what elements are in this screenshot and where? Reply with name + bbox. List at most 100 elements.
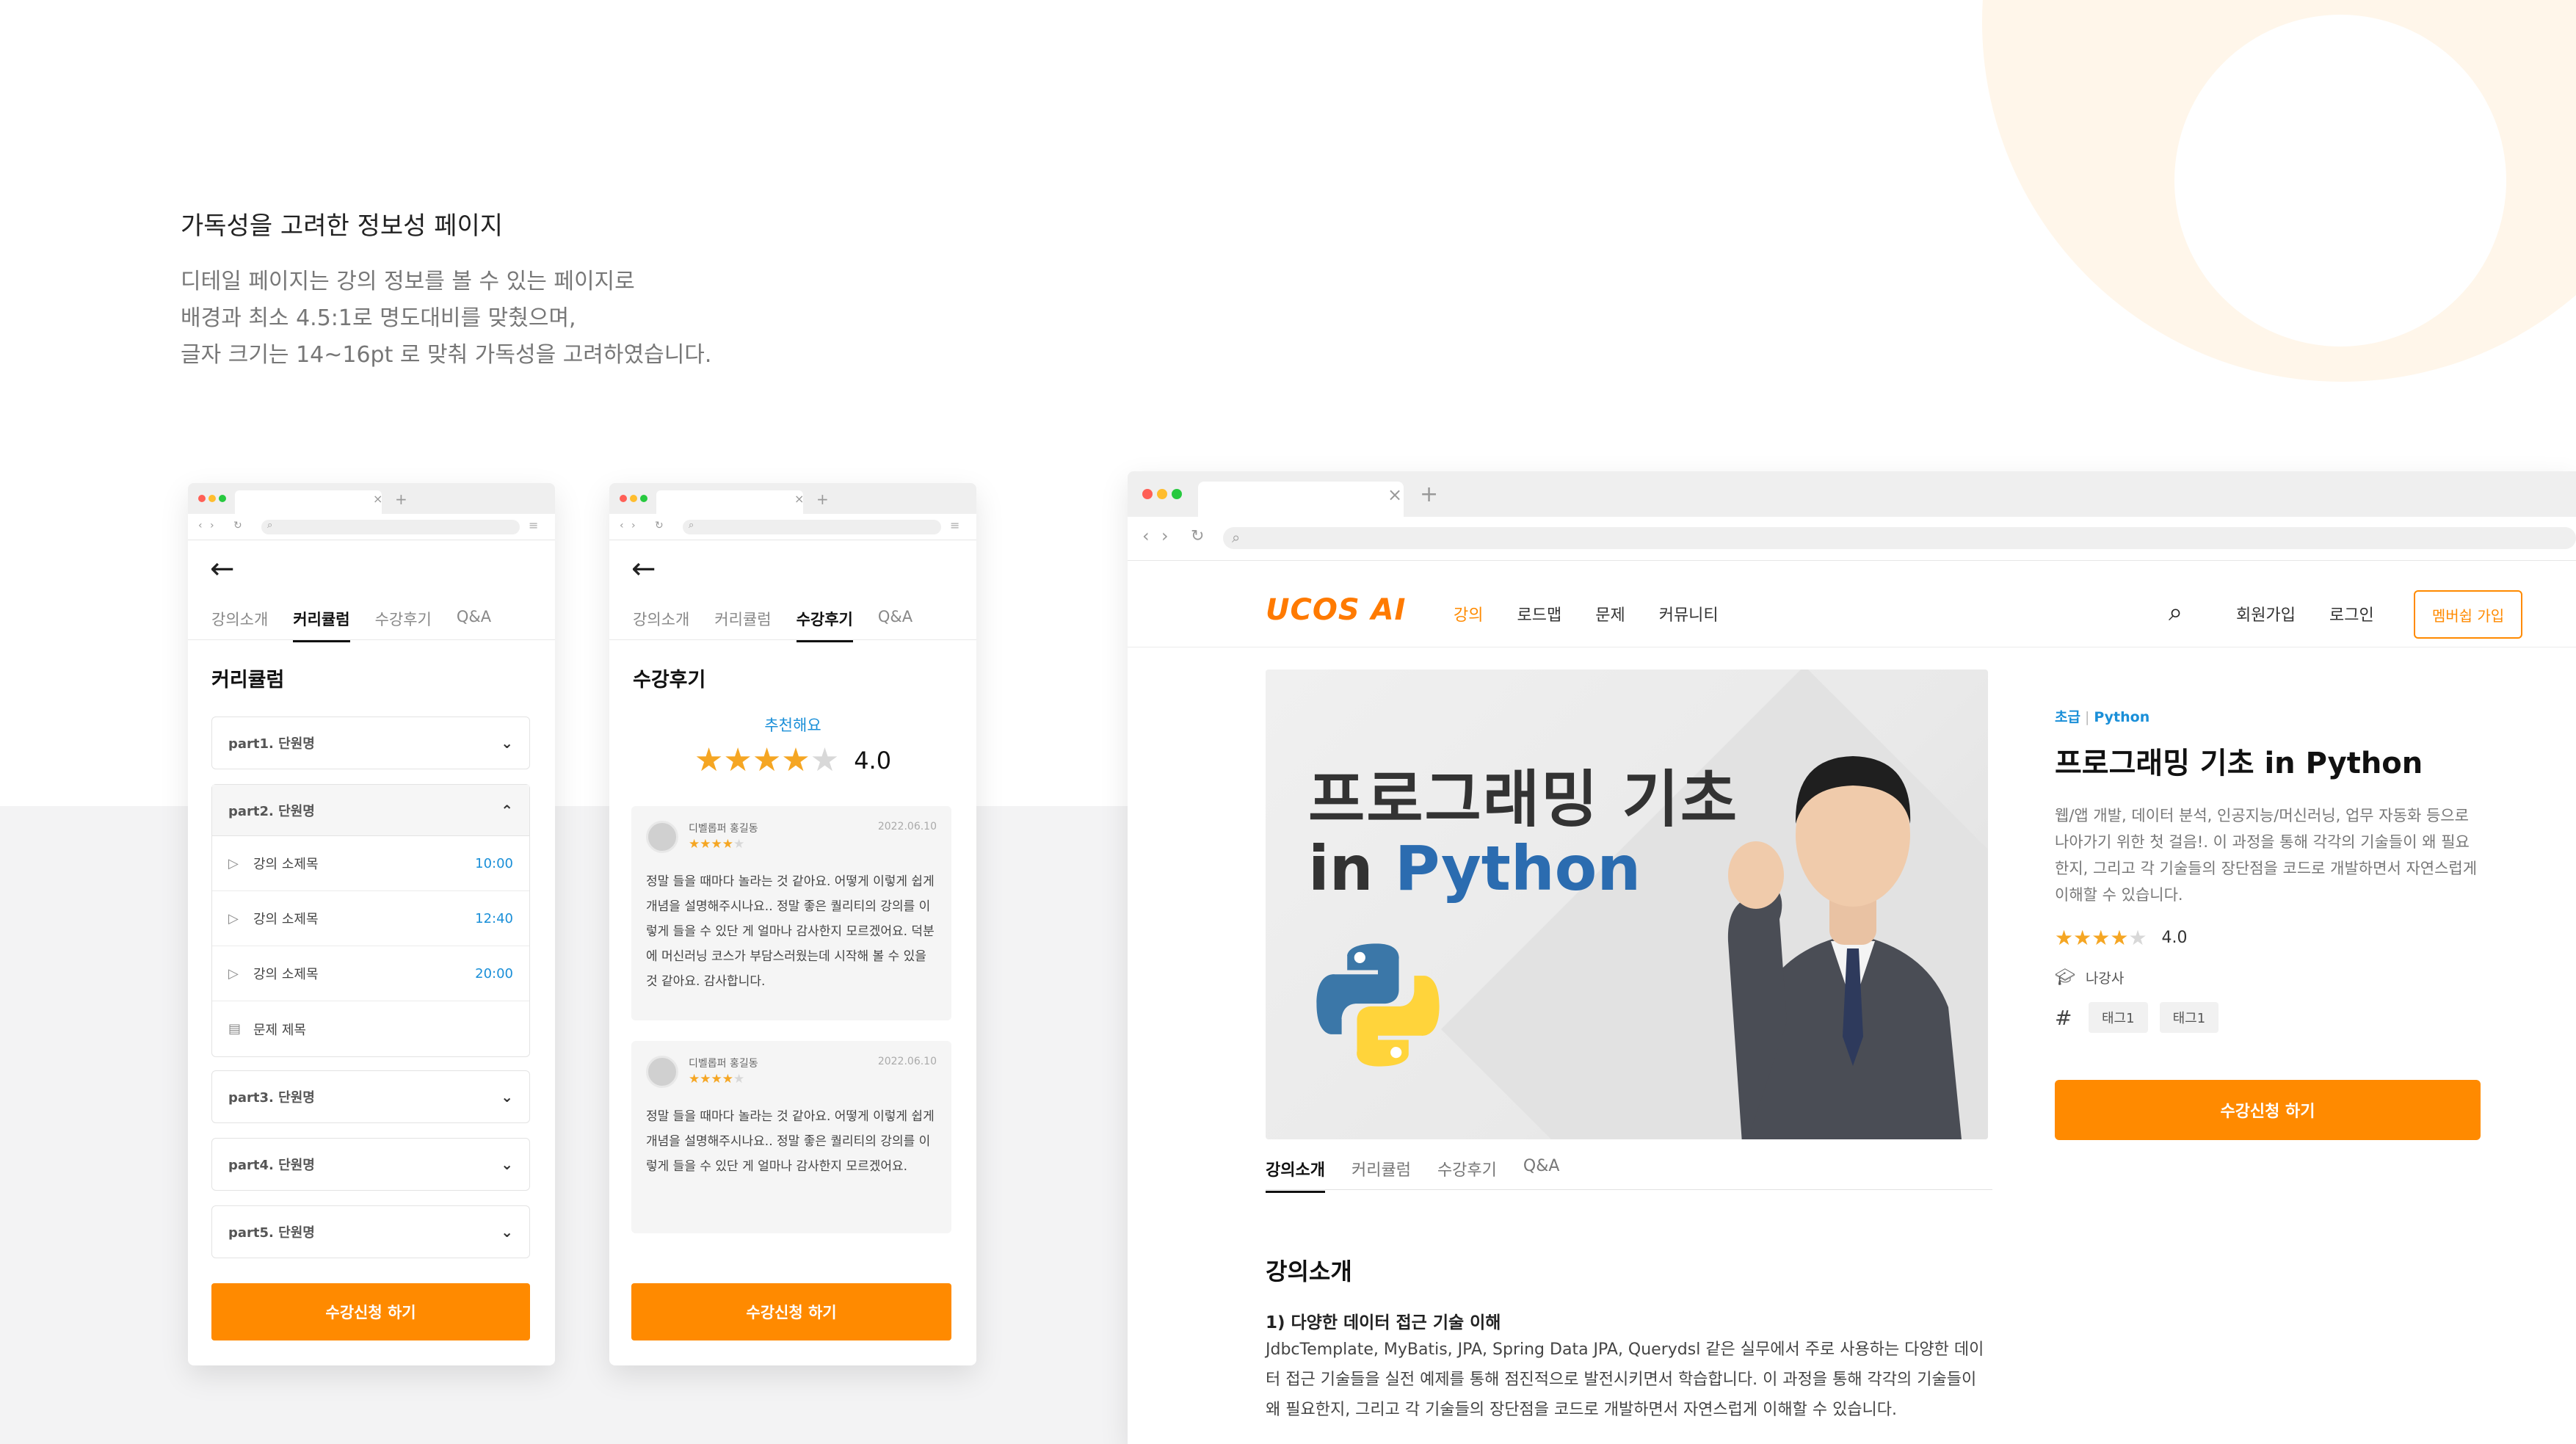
- url-field[interactable]: [683, 520, 941, 534]
- window-maximize-dot[interactable]: [1172, 489, 1182, 499]
- window-maximize-dot[interactable]: [640, 495, 647, 502]
- nav-item-courses[interactable]: 강의: [1454, 602, 1483, 625]
- nav-item-community[interactable]: 커뮤니티: [1659, 602, 1719, 625]
- review-stars: ★★★★★: [689, 837, 868, 852]
- new-tab-icon[interactable]: +: [816, 490, 829, 508]
- rating-stars: ★★★★★: [694, 741, 839, 779]
- menu-icon[interactable]: ≡: [529, 518, 538, 532]
- section-body: JdbcTemplate, MyBatis, JPA, Spring Data …: [1266, 1340, 1984, 1419]
- back-nav-icon[interactable]: ‹: [620, 520, 624, 531]
- site-logo[interactable]: UCOS AI: [1266, 593, 1406, 627]
- part-header[interactable]: part4. 단원명 ⌄: [212, 1139, 529, 1190]
- site-header: UCOS AI 강의 로드맵 문제 커뮤니티 ⌕ 회원가입 로그인 멤버쉽 가입: [1128, 567, 2576, 647]
- tab-intro[interactable]: 강의소개: [211, 608, 268, 642]
- browser-tab-bar: × +: [609, 483, 976, 514]
- tab-close-icon[interactable]: ×: [373, 492, 382, 506]
- menu-icon[interactable]: ≡: [950, 518, 959, 532]
- browser-tab[interactable]: [1198, 482, 1404, 517]
- tab-intro[interactable]: 강의소개: [1266, 1157, 1325, 1193]
- quiz-row[interactable]: ▤ 문제 제목: [212, 1001, 529, 1056]
- login-link[interactable]: 로그인: [2329, 602, 2374, 625]
- course-category[interactable]: Python: [2094, 709, 2149, 725]
- star-filled-icon: ★: [781, 741, 810, 779]
- curriculum-part[interactable]: part5. 단원명 ⌄: [211, 1205, 530, 1258]
- curriculum-part[interactable]: part1. 단원명 ⌄: [211, 716, 530, 769]
- window-close-dot[interactable]: [1142, 489, 1153, 499]
- course-summary: 초급 | Python 프로그래밍 기초 in Python 웹/앱 개발, 데이터…: [2055, 706, 2481, 1033]
- course-level[interactable]: 초급: [2055, 709, 2080, 725]
- window-minimize-dot[interactable]: [1157, 489, 1167, 499]
- tab-reviews[interactable]: 수강후기: [796, 608, 853, 642]
- tab-curriculum[interactable]: 커리큘럼: [714, 608, 771, 642]
- star-filled-icon: ★: [2073, 926, 2092, 950]
- browser-tab-bar: × +: [188, 483, 555, 514]
- part-title: part2. 단원명: [228, 803, 315, 819]
- tabs-divider: [609, 639, 976, 640]
- section-heading: 수강후기: [633, 669, 706, 692]
- tab-reviews[interactable]: 수강후기: [1437, 1157, 1497, 1193]
- tag-chip[interactable]: 태그1: [2089, 1002, 2148, 1033]
- window-minimize-dot[interactable]: [630, 495, 637, 502]
- search-icon[interactable]: ⌕: [2169, 598, 2183, 627]
- part-title: part5. 단원명: [228, 1225, 315, 1241]
- curriculum-part-open[interactable]: part2. 단원명 ⌃ ▷ 강의 소제목 10:00 ▷ 강의 소제목 12:40 ▷ 강…: [211, 784, 530, 1057]
- browser-tab[interactable]: [235, 490, 382, 514]
- part-header[interactable]: part3. 단원명 ⌄: [212, 1071, 529, 1122]
- tab-qna[interactable]: Q&A: [878, 608, 913, 642]
- tab-curriculum[interactable]: 커리큘럼: [293, 608, 350, 642]
- new-tab-icon[interactable]: +: [395, 490, 407, 508]
- avatar: [646, 821, 678, 853]
- reload-icon[interactable]: ↻: [233, 520, 242, 531]
- nav-item-problems[interactable]: 문제: [1595, 602, 1625, 625]
- back-nav-icon[interactable]: ‹: [198, 520, 203, 531]
- tab-qna[interactable]: Q&A: [457, 608, 491, 642]
- desktop-window: × + ‹ › ↻ ⌕ UCOS AI 강의 로드맵 문제 커뮤니티 ⌕ 회원가…: [1128, 471, 2576, 1444]
- back-arrow-icon[interactable]: ←: [631, 552, 656, 586]
- back-nav-icon[interactable]: ‹: [1142, 526, 1150, 546]
- new-tab-icon[interactable]: +: [1420, 482, 1438, 507]
- membership-button[interactable]: 멤버쉽 가입: [2414, 590, 2522, 639]
- part-header[interactable]: part2. 단원명 ⌃: [212, 785, 529, 836]
- reload-icon[interactable]: ↻: [1191, 527, 1204, 545]
- tab-intro[interactable]: 강의소개: [633, 608, 689, 642]
- part-header[interactable]: part1. 단원명 ⌄: [212, 717, 529, 769]
- graduation-cap-icon: 🎓︎: [2055, 968, 2075, 987]
- curriculum-part[interactable]: part3. 단원명 ⌄: [211, 1070, 530, 1123]
- instructor-name[interactable]: 나강사: [2086, 968, 2124, 987]
- rating-value: 4.0: [2161, 929, 2188, 947]
- reload-icon[interactable]: ↻: [655, 520, 664, 531]
- chevron-down-icon: ⌄: [501, 1088, 513, 1106]
- tab-close-icon[interactable]: ×: [1387, 485, 1402, 505]
- tab-curriculum[interactable]: 커리큘럼: [1352, 1157, 1411, 1193]
- part-header[interactable]: part5. 단원명 ⌄: [212, 1206, 529, 1258]
- back-arrow-icon[interactable]: ←: [210, 552, 235, 586]
- forward-nav-icon[interactable]: ›: [1161, 526, 1169, 546]
- search-icon: ⌕: [267, 520, 273, 531]
- nav-item-roadmap[interactable]: 로드맵: [1517, 602, 1561, 625]
- forward-nav-icon[interactable]: ›: [631, 520, 636, 531]
- review-author: 디벨롭퍼 홍길동: [689, 823, 758, 835]
- enroll-button[interactable]: 수강신청 하기: [631, 1283, 951, 1340]
- lesson-row[interactable]: ▷ 강의 소제목 20:00: [212, 946, 529, 1001]
- forward-nav-icon[interactable]: ›: [210, 520, 214, 531]
- browser-tab[interactable]: [656, 490, 803, 514]
- url-field[interactable]: [261, 520, 520, 534]
- enroll-button[interactable]: 수강신청 하기: [211, 1283, 530, 1340]
- curriculum-part[interactable]: part4. 단원명 ⌄: [211, 1138, 530, 1191]
- star-empty-icon: ★: [733, 837, 745, 852]
- tab-close-icon[interactable]: ×: [794, 492, 804, 506]
- window-close-dot[interactable]: [198, 495, 206, 502]
- avatar: [646, 1056, 678, 1088]
- tag-chip[interactable]: 태그1: [2159, 1002, 2219, 1033]
- url-field[interactable]: [1223, 527, 2576, 549]
- tab-reviews[interactable]: 수강후기: [375, 608, 432, 642]
- window-close-dot[interactable]: [620, 495, 627, 502]
- enroll-button[interactable]: 수강신청 하기: [2055, 1080, 2481, 1140]
- course-hero-image: 프로그래밍 기초 in Python: [1266, 670, 1988, 1139]
- window-minimize-dot[interactable]: [208, 495, 216, 502]
- signup-link[interactable]: 회원가입: [2236, 602, 2296, 625]
- window-maximize-dot[interactable]: [219, 495, 226, 502]
- lesson-row[interactable]: ▷ 강의 소제목 12:40: [212, 891, 529, 946]
- lesson-row[interactable]: ▷ 강의 소제목 10:00: [212, 836, 529, 891]
- tab-qna[interactable]: Q&A: [1523, 1157, 1560, 1193]
